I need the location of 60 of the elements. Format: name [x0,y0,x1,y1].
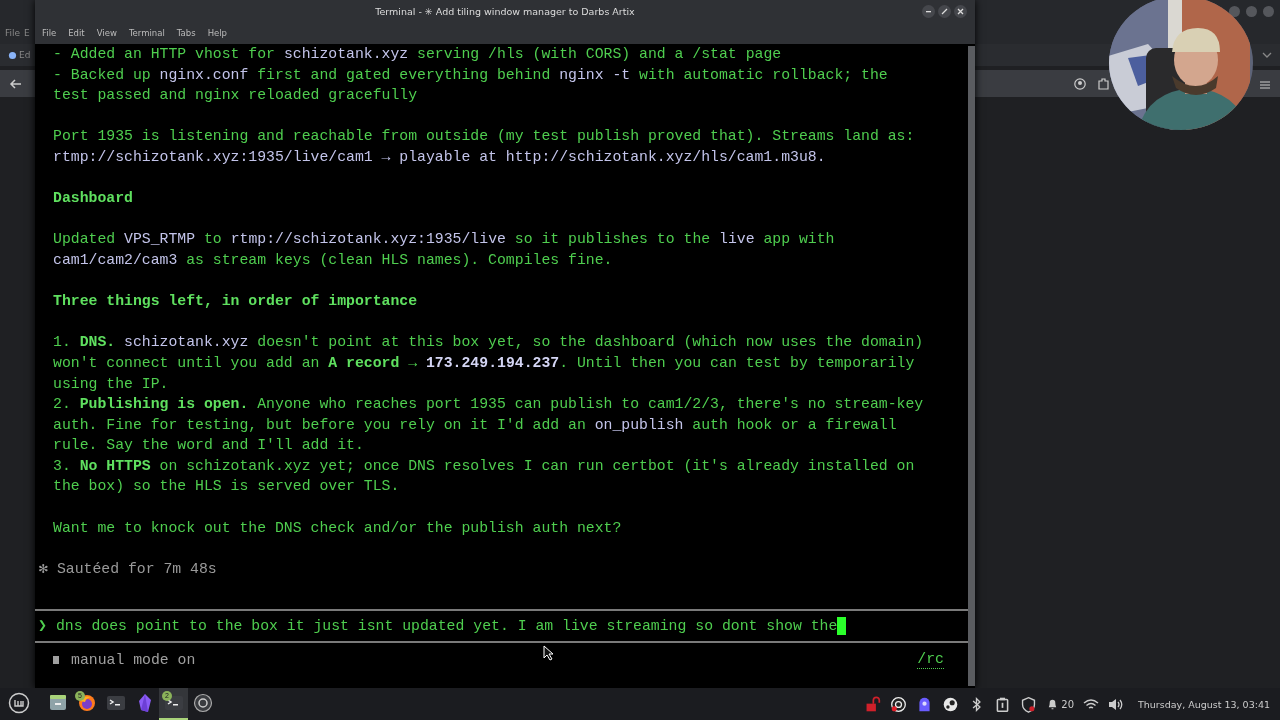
output-line: 3. No HTTPS on schizotank.xyz yet; once DNS resolves I can run certbot (it's already installed on [52,456,915,476]
status-text: Sautéed for 7m 48s [56,559,217,579]
command-link[interactable]: /rc [917,651,944,670]
output-line: 1. DNS. schizotank.xyz doesn't point at this box yet, so the dashboard (which now uses the domain) [52,333,924,353]
minimize-button[interactable] [922,4,935,18]
menu-item[interactable]: E [24,28,30,38]
star-icon: ✻ [39,558,48,580]
output-line: won't connect until you add an A record → 173.249.194.237. Until then you can test by temporarily [52,353,915,373]
output-line: rtmp://schizotank.xyz:1935/live/cam1 → playable at http://schizotank.xyz/hls/cam1.m3u8. [52,147,826,167]
back-arrow-icon[interactable] [9,78,22,89]
account-icon[interactable] [1074,77,1086,90]
output-line: Three things left, in order of importance [52,292,418,312]
menu-item[interactable]: View [92,26,121,40]
output-line: the box) so the HLS is served over TLS. [52,477,400,497]
output-line: Dashboard [52,189,133,209]
menu-item[interactable]: Help [203,26,231,40]
close-icon [957,7,964,15]
output-line: - Backed up nginx.conf first and gated everything behind nginx -t with automatic rollback; the [52,65,888,85]
menu-item[interactable]: Edit [64,26,89,40]
prompt-field[interactable]: ❯ dns does point to the box it just isnt updated yet. I am live streaming so dont show the [35,609,968,644]
mouse-pointer-icon [543,645,555,661]
output-line: cam1/cam2/cam3 as stream keys (clean HLS names). Compiles fine. [52,250,613,270]
browser-icon [76,693,97,713]
terminal-icon [105,693,126,713]
window-title: Terminal - ✳ Add tiling window manager to Darbs Artix [374,5,636,17]
close-button[interactable] [954,4,967,18]
wifi-icon[interactable] [1083,697,1099,711]
output-line: Want me to knock out the DNS check and/or the publish auth next? [52,518,622,538]
menu-item[interactable]: Tabs [172,26,200,40]
output-line: 2. Publishing is open. Anyone who reaches port 1935 can publish to cam1/2/3, there's no stream-key [52,395,924,415]
menu-item[interactable]: File [5,28,21,38]
square-icon [53,656,59,665]
shield-icon[interactable] [1020,695,1038,713]
output-line: auth. Fine for testing, but before you rely on it I'd add an on_publish auth hook or a firewall [52,415,897,435]
clock[interactable]: Thursday, August 13, 03:41 [1138,698,1270,710]
output-line: using the IP. [52,374,169,394]
puzzle-icon[interactable] [1098,77,1109,90]
output-line: Updated VPS_RTMP to rtmp://schizotank.xyz:1935/live so it publishes to the live app with [52,230,835,250]
tab-label[interactable]: Ed [19,50,31,60]
link-icon [8,50,17,60]
mode-text: manual mode on [71,651,196,671]
maximize-button[interactable] [938,4,951,18]
menu-item[interactable]: Terminal [124,26,169,40]
record-icon [192,693,213,713]
maximize-icon [941,7,948,15]
notification-count: 20 [1061,698,1074,710]
menu-item[interactable]: File [38,26,61,40]
output-line: test passed and nginx reloaded gracefully [52,86,418,106]
output-line: rule. Say the word and I'll add it. [52,436,364,456]
window-control[interactable] [1229,5,1240,17]
menu-icon[interactable] [1259,78,1271,89]
terminal-icon [163,693,184,713]
scrollbar[interactable] [968,46,975,686]
output-line: - Added an HTTP vhost for schizotank.xyz serving /hls (with CORS) and a /stat page [52,45,782,64]
folder-icon [47,693,68,713]
lock-icon[interactable] [864,695,882,713]
output-line: Port 1935 is listening and reachable from outside (my test publish proved that). Streams land as: [52,127,915,147]
chevron-down-icon[interactable] [1262,51,1272,59]
volume-icon[interactable] [1108,697,1124,711]
record-icon[interactable] [890,695,908,713]
